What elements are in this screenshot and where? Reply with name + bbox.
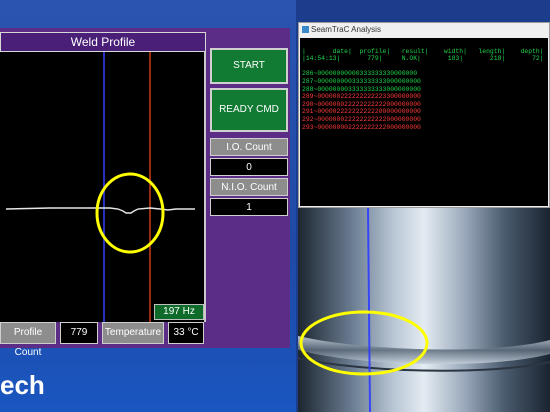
profile-count-label: Profile Count xyxy=(0,322,56,358)
window-title: SeamTraC Analysis xyxy=(311,25,381,34)
console-header-line2: |14:54:13| 779| N.OK| 183| 218| 72| xyxy=(302,55,544,63)
plot-title: Weld Profile xyxy=(0,32,206,52)
console-header-line1: | date| profile| result| width| length| … xyxy=(302,47,544,55)
start-button[interactable]: START xyxy=(210,48,288,84)
profile-count-value: 779 xyxy=(60,322,98,344)
weld-profile-plot xyxy=(0,52,206,322)
profile-graph xyxy=(5,52,195,322)
temperature-value: 33 °C xyxy=(168,322,204,344)
seamtrac-analysis-window: SeamTraC Analysis | date| profile| resul… xyxy=(298,22,550,208)
console-row: 289~000000222222222223300000000 xyxy=(302,93,421,101)
analysis-console: | date| profile| result| width| length| … xyxy=(300,38,548,206)
temperature-label: Temperature xyxy=(102,322,164,344)
console-row: 286~00000000000333333330000000 xyxy=(302,70,418,78)
console-row: 288~000000003333333333000000000 xyxy=(302,85,421,93)
io-count-label: I.O. Count xyxy=(210,138,288,156)
console-row: 290~000000022222222222000000000 xyxy=(302,100,421,108)
profile-trace xyxy=(5,207,195,214)
camera-view xyxy=(298,208,550,412)
hmi-screen: Weld Profile 197 Hz START READY CMD I.O.… xyxy=(0,28,290,358)
console-row: 293~000000002222222222000000000 xyxy=(302,123,421,131)
app-icon xyxy=(302,26,309,33)
console-row: 292~000000022222222222000000000 xyxy=(302,115,421,123)
nio-count-label: N.I.O. Count xyxy=(210,178,288,196)
frequency-badge: 197 Hz xyxy=(154,304,204,320)
console-row: 287~000000000333333333000000000 xyxy=(302,77,421,85)
ready-cmd-button[interactable]: READY CMD xyxy=(210,88,288,132)
camera-image xyxy=(298,208,550,412)
console-row: 291~000002222222222200000000000 xyxy=(302,108,421,116)
laser-line xyxy=(367,208,371,412)
brand-wordmark: ech xyxy=(0,370,45,400)
weld-hmi-panel: Weld Profile 197 Hz START READY CMD I.O.… xyxy=(0,0,296,412)
window-titlebar[interactable]: SeamTraC Analysis xyxy=(299,23,549,37)
nio-count-value: 1 xyxy=(210,198,288,216)
io-count-value: 0 xyxy=(210,158,288,176)
